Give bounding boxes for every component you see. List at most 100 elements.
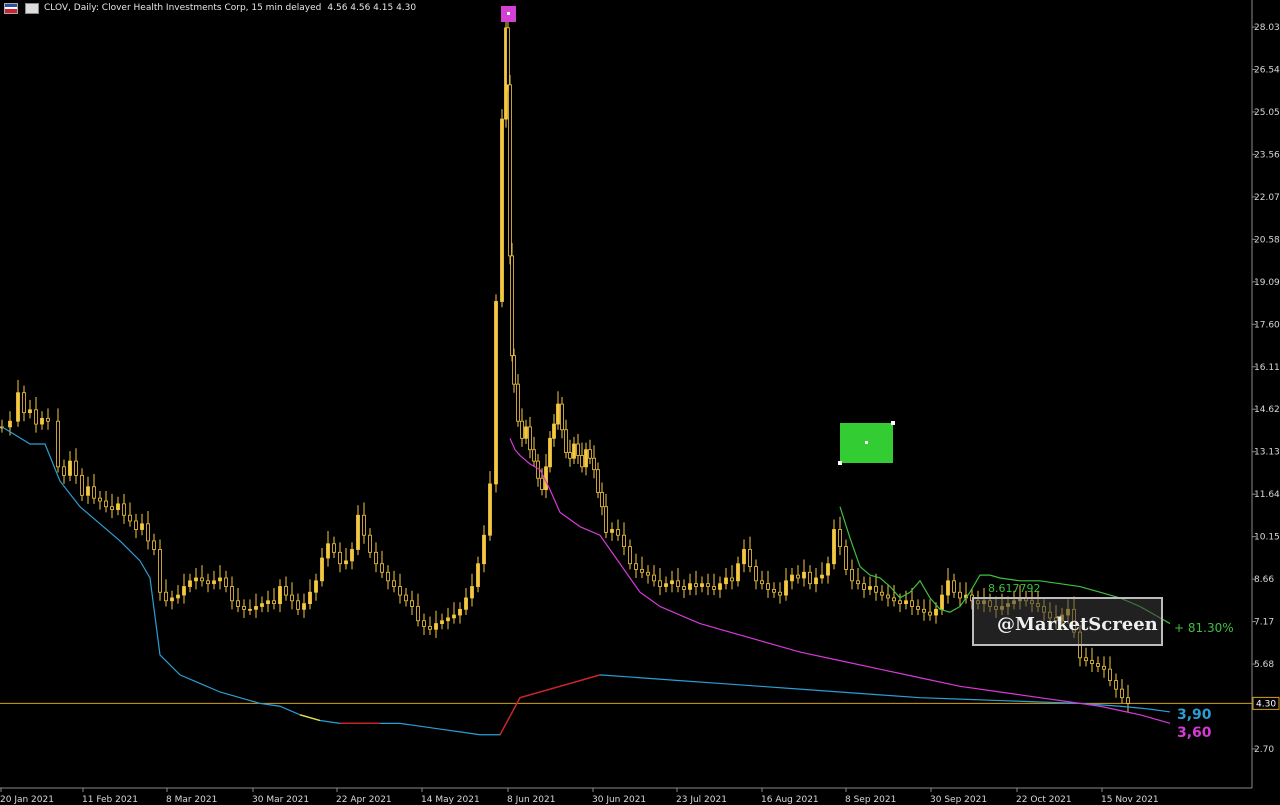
- candle-body: [482, 534, 486, 565]
- candle-body: [200, 577, 204, 582]
- candle-body: [386, 571, 390, 582]
- y-tick-label: 23.56: [1254, 150, 1280, 160]
- candle-body: [742, 549, 746, 565]
- candle-body: [446, 617, 450, 622]
- candle-body: [874, 586, 878, 593]
- candle-body: [122, 503, 126, 516]
- x-tick-label: 8 Sep 2021: [845, 795, 896, 805]
- ma-accent-segment: [499, 674, 601, 736]
- candle-body: [688, 583, 692, 590]
- candle-body: [380, 563, 384, 573]
- candle-body: [98, 497, 102, 502]
- candle-body: [260, 603, 264, 607]
- candle-body: [8, 420, 12, 428]
- candle-body: [508, 84, 512, 257]
- candle-body: [754, 566, 758, 582]
- x-tick-label: 23 Jul 2021: [676, 795, 727, 805]
- candle-body: [40, 417, 44, 425]
- candle-body: [724, 577, 728, 585]
- candle-body: [844, 546, 848, 570]
- x-tick-label: 30 Sep 2021: [930, 795, 987, 805]
- y-tick-label: 11.64: [1254, 490, 1280, 500]
- candle-body: [850, 569, 854, 582]
- candle-body: [104, 500, 108, 508]
- candle-body: [784, 580, 788, 596]
- candle-body: [790, 574, 794, 582]
- candle-body: [1120, 688, 1124, 699]
- green-box-handle: [891, 421, 895, 425]
- candle-body: [1084, 657, 1088, 662]
- candle-body: [140, 523, 144, 530]
- candle-body: [510, 255, 514, 357]
- candle-body: [206, 580, 210, 585]
- candle-body: [80, 474, 84, 496]
- price-chart: 28.03 26.54 25.05 23.56 22.07 20.58 19.09 17.60…: [0, 0, 1280, 805]
- candle-body: [458, 608, 462, 616]
- y-tick-label: 5.68: [1254, 660, 1274, 670]
- candle-body: [470, 586, 474, 599]
- candle-body: [404, 594, 408, 602]
- candle-body: [62, 466, 66, 476]
- candle-body: [1090, 660, 1094, 664]
- candle-body: [1096, 663, 1100, 667]
- candle-body: [22, 392, 26, 414]
- candle-body: [242, 606, 246, 610]
- candle-body: [1114, 680, 1118, 690]
- candle-body: [748, 549, 752, 567]
- candle-body: [422, 620, 426, 627]
- y-tick-label: 10.15: [1254, 533, 1280, 543]
- candle-body: [910, 600, 914, 607]
- candle-body: [278, 586, 282, 605]
- x-tick-label: 14 May 2021: [421, 795, 480, 805]
- candle-body: [706, 583, 710, 587]
- candle-body: [86, 486, 90, 496]
- candle-body: [158, 549, 162, 593]
- y-tick-label: 8.66: [1254, 575, 1274, 585]
- candle-body: [152, 540, 156, 550]
- candle-body: [928, 611, 932, 616]
- candle-body: [170, 597, 174, 602]
- candle-body: [802, 571, 806, 579]
- candle-body: [540, 477, 544, 491]
- candle-body: [254, 606, 258, 610]
- candle-body: [516, 383, 520, 422]
- candle-body: [820, 574, 824, 579]
- candle-body: [314, 580, 318, 593]
- candle-body: [730, 577, 734, 582]
- candle-body: [584, 449, 588, 468]
- candle-body: [488, 483, 492, 536]
- series-line-1: [509, 438, 1171, 724]
- candle-body: [868, 586, 872, 590]
- candle-body: [308, 591, 312, 605]
- y-tick-label: 17.60: [1254, 320, 1280, 330]
- candle-body: [572, 443, 576, 459]
- candle-body: [1108, 668, 1112, 681]
- candle-body: [796, 574, 800, 579]
- candle-body: [212, 580, 216, 585]
- candle-body: [532, 449, 536, 462]
- candle-body: [410, 600, 414, 607]
- candle-body: [640, 569, 644, 573]
- candle-body: [134, 520, 138, 530]
- y-tick-label: 16.11: [1254, 363, 1280, 373]
- candle-body: [440, 620, 444, 624]
- candle-body: [838, 529, 842, 548]
- candle-body: [500, 118, 504, 302]
- y-tick-label: 7.17: [1254, 618, 1274, 628]
- candle-body: [344, 560, 348, 565]
- high-marker-dot: [507, 12, 510, 15]
- candle-body: [772, 588, 776, 593]
- candle-body: [398, 586, 402, 596]
- candle-body: [652, 574, 656, 582]
- candle-body: [946, 580, 950, 596]
- trend-value-label: 8.617792: [988, 582, 1041, 595]
- candle-body: [548, 437, 552, 468]
- x-tick-label: 20 Jan 2021: [0, 795, 54, 805]
- candle-body: [568, 452, 572, 459]
- candle-body: [506, 27, 510, 86]
- candle-body: [16, 392, 20, 422]
- candle-body: [552, 423, 556, 439]
- x-tick-label: 16 Aug 2021: [761, 795, 819, 805]
- y-tick-label: 28.03: [1254, 23, 1280, 33]
- candle-body: [718, 583, 722, 590]
